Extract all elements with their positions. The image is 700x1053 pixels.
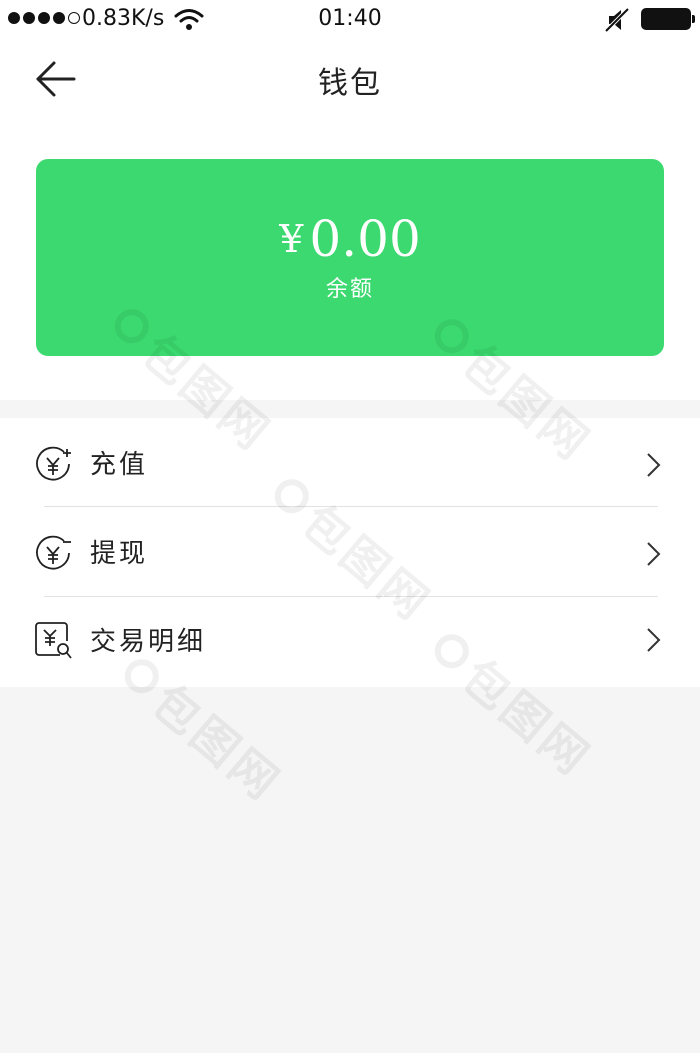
menu-item-transactions[interactable]: 交易明细 [0, 597, 700, 686]
status-time: 01:40 [318, 6, 382, 31]
battery-icon [641, 8, 695, 30]
currency-symbol: ¥ [279, 217, 304, 261]
chevron-right-icon [647, 453, 661, 477]
transaction-search-icon [35, 622, 72, 659]
balance-amount: ¥0.00 [36, 209, 664, 269]
yuan-minus-icon [36, 535, 71, 570]
balance-label: 余额 [325, 277, 374, 302]
balance-card: ¥0.00 余额 [36, 159, 664, 356]
page-title: 钱包 [318, 66, 382, 101]
chevron-right-icon [647, 628, 661, 652]
menu-item-label: 交易明细 [90, 627, 207, 657]
wallet-menu: 充值 提现 交易明细 [0, 418, 700, 687]
menu-item-recharge[interactable]: 充值 [0, 418, 700, 507]
balance-value: 0.00 [309, 210, 421, 268]
chevron-right-icon [647, 542, 661, 566]
mute-icon [604, 7, 630, 33]
menu-item-label: 提现 [90, 539, 149, 569]
status-bar: 0.83K/s 01:40 [0, 0, 700, 40]
menu-item-withdraw[interactable]: 提现 [0, 507, 700, 596]
yuan-plus-icon [36, 446, 71, 481]
menu-item-label: 充值 [90, 450, 149, 480]
